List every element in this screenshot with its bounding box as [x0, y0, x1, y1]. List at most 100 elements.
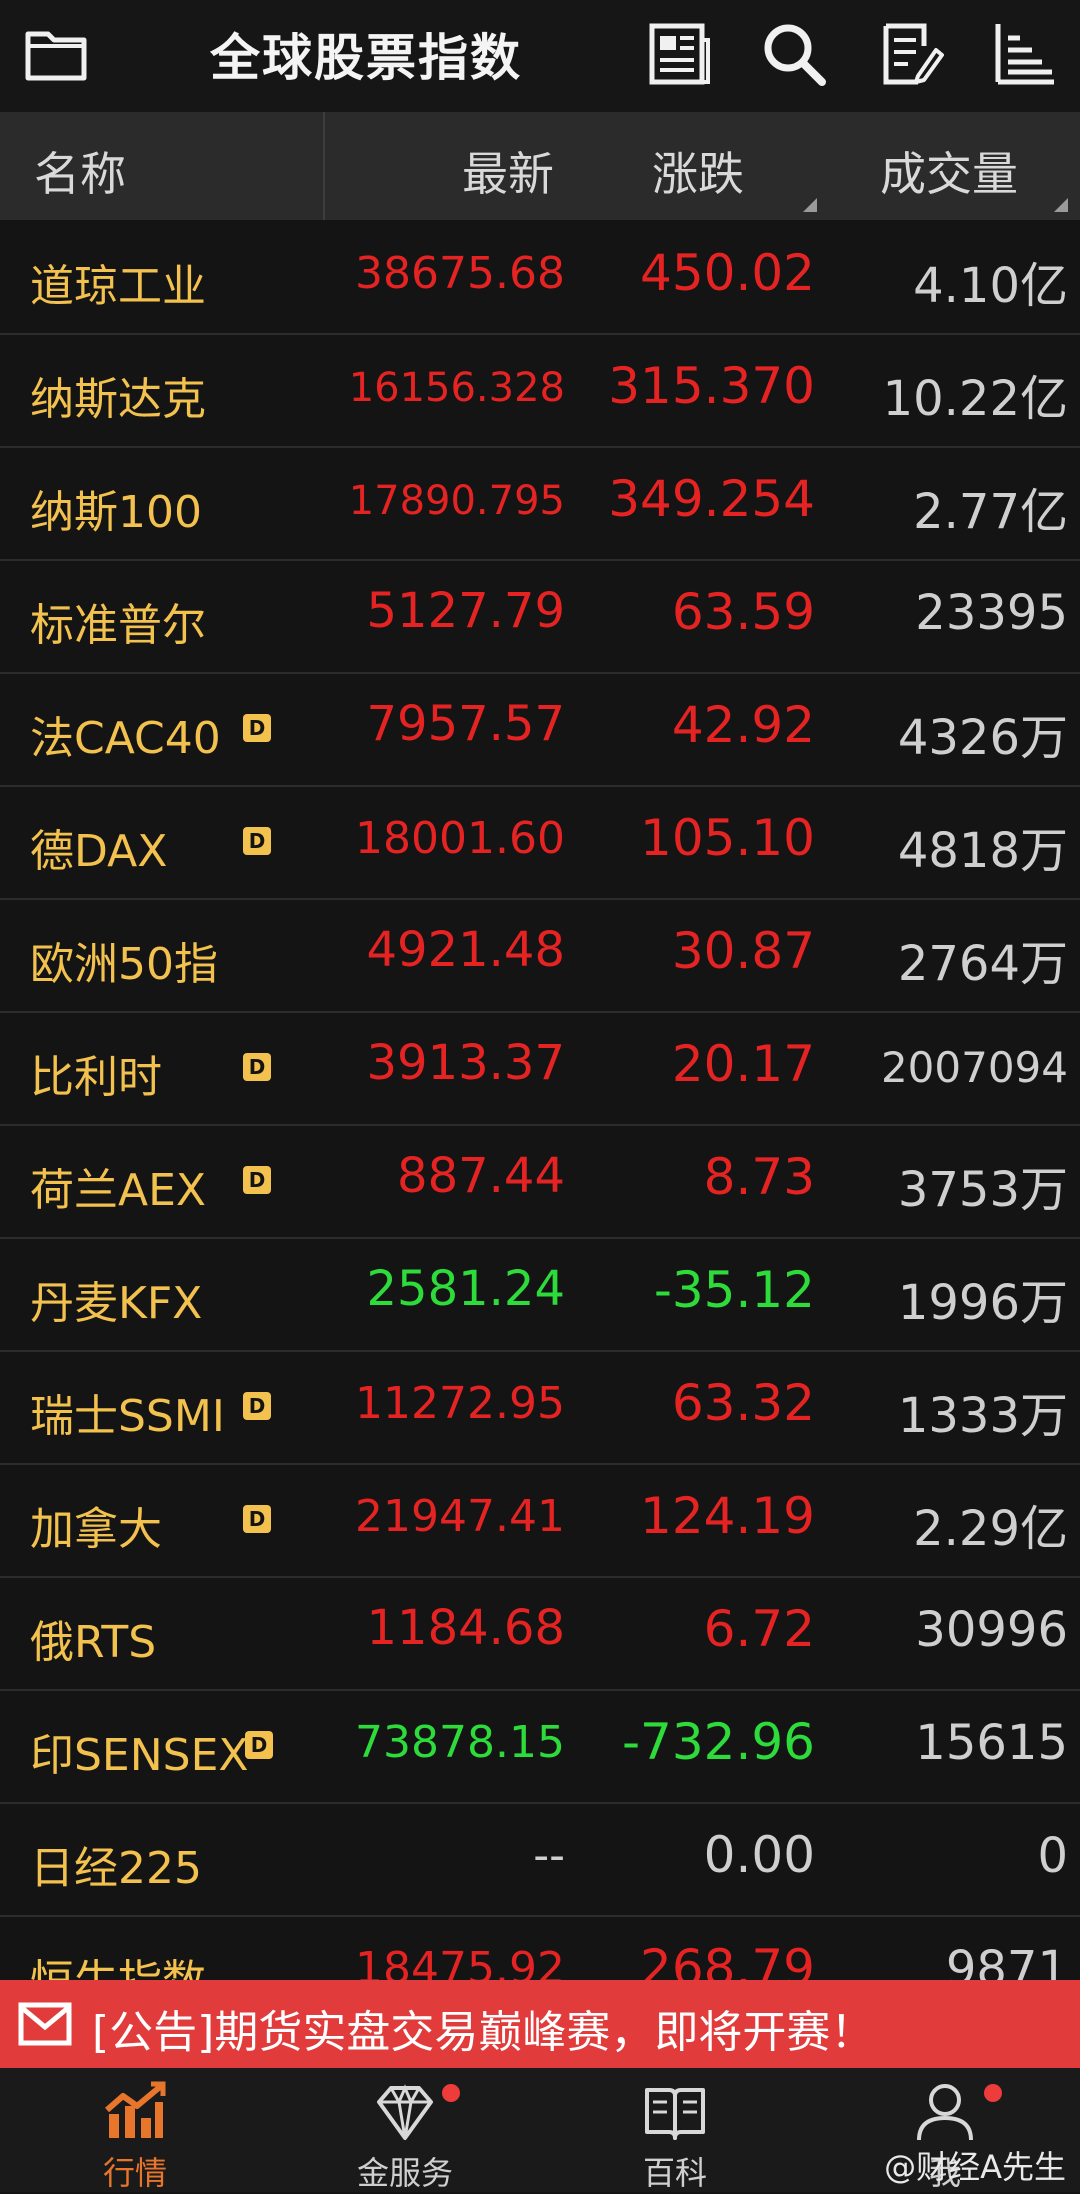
- volume: 2.77亿: [913, 484, 1068, 540]
- index-name: 日经225: [30, 1843, 202, 1894]
- index-name: 纳斯达克: [30, 374, 206, 425]
- d-badge: D: [243, 1392, 271, 1420]
- price-change: -732.96: [622, 1713, 815, 1771]
- table-row[interactable]: 纳斯100 17890.795 349.254 2.77亿: [0, 448, 1080, 561]
- volume: 3753万: [897, 1162, 1068, 1218]
- index-name: 丹麦KFX: [30, 1278, 203, 1329]
- watermark: @财经A先生: [884, 2148, 1066, 2186]
- index-name: 比利时: [30, 1052, 162, 1103]
- folder-icon[interactable]: [24, 24, 88, 84]
- price-change: 20.17: [671, 1035, 815, 1093]
- market-chart-icon: [105, 2081, 166, 2138]
- table-row[interactable]: 道琼工业 38675.68 450.02 4.10亿: [0, 222, 1080, 335]
- volume: 10.22亿: [882, 371, 1068, 427]
- volume: 2007094: [880, 1043, 1068, 1092]
- index-name: 法CAC40: [30, 713, 221, 764]
- table-row[interactable]: 标准普尔 5127.79 63.59 23395: [0, 561, 1080, 674]
- latest-price: 4921.48: [366, 922, 566, 978]
- sort-bars-icon[interactable]: [990, 20, 1058, 88]
- latest-price: 17890.795: [348, 478, 565, 524]
- latest-price: 18001.60: [355, 813, 565, 864]
- latest-price: 5127.79: [366, 583, 566, 639]
- price-change: -35.12: [653, 1261, 815, 1319]
- column-header: 名称 最新 涨跌 成交量: [0, 112, 1080, 220]
- latest-price: 16156.328: [348, 365, 565, 411]
- column-header-latest[interactable]: 最新: [462, 138, 554, 204]
- latest-price: 21947.41: [355, 1491, 565, 1542]
- d-badge: D: [243, 714, 271, 742]
- price-change: 124.19: [640, 1487, 815, 1545]
- tab-label: 百科: [642, 2154, 707, 2192]
- table-row[interactable]: 日经225 -- 0.00 0: [0, 1804, 1080, 1917]
- index-name: 加拿大: [30, 1504, 162, 1555]
- d-badge: D: [243, 1166, 271, 1194]
- volume: 4326万: [897, 710, 1068, 766]
- sort-triangle-icon: [803, 198, 817, 212]
- announcement-banner[interactable]: [公告]期货实盘交易巅峰赛，即将开赛！: [0, 1980, 1080, 2068]
- index-name: 欧洲50指: [30, 939, 218, 990]
- price-change: 450.02: [640, 244, 815, 302]
- latest-price: 73878.15: [355, 1717, 565, 1768]
- price-change: 63.32: [671, 1374, 815, 1432]
- index-name: 标准普尔: [30, 600, 206, 651]
- volume: 30996: [915, 1602, 1068, 1658]
- price-change: 30.87: [671, 922, 815, 980]
- volume: 1996万: [897, 1275, 1068, 1331]
- book-icon: [645, 2088, 705, 2140]
- latest-price: 887.44: [397, 1148, 565, 1204]
- tab-encyclopedia[interactable]: 百科: [540, 2068, 810, 2192]
- d-badge: D: [245, 1731, 273, 1759]
- index-name: 德DAX: [30, 826, 168, 877]
- d-badge: D: [243, 1505, 271, 1533]
- tab-label: 金服务: [356, 2154, 453, 2192]
- price-change: 63.59: [671, 583, 815, 641]
- header-divider: [323, 112, 325, 220]
- tab-gold-service[interactable]: 金服务: [270, 2068, 540, 2192]
- column-header-change[interactable]: 涨跌: [652, 138, 744, 204]
- volume: 23395: [915, 585, 1068, 641]
- table-row[interactable]: 欧洲50指 4921.48 30.87 2764万: [0, 900, 1080, 1013]
- latest-price: 2581.24: [366, 1261, 566, 1317]
- tab-label: 行情: [102, 2154, 167, 2192]
- table-row[interactable]: 荷兰AEX D 887.44 8.73 3753万: [0, 1126, 1080, 1239]
- table-row[interactable]: 法CAC40 D 7957.57 42.92 4326万: [0, 674, 1080, 787]
- latest-price: 38675.68: [355, 248, 565, 299]
- table-row[interactable]: 印SENSEX D 73878.15 -732.96 15615: [0, 1691, 1080, 1804]
- price-change: 0.00: [703, 1826, 815, 1884]
- user-icon: [917, 2084, 973, 2141]
- latest-price: 11272.95: [355, 1378, 565, 1429]
- volume: 2764万: [897, 936, 1068, 992]
- latest-price: 7957.57: [366, 696, 566, 752]
- table-row[interactable]: 俄RTS 1184.68 6.72 30996: [0, 1578, 1080, 1691]
- newspaper-icon[interactable]: [646, 20, 714, 88]
- edit-document-icon[interactable]: [878, 20, 946, 88]
- latest-price: 1184.68: [366, 1600, 566, 1656]
- price-change: 8.73: [703, 1148, 815, 1206]
- index-name: 道琼工业: [30, 261, 206, 312]
- table-row[interactable]: 纳斯达克 16156.328 315.370 10.22亿: [0, 335, 1080, 448]
- index-name: 纳斯100: [30, 487, 202, 538]
- top-bar: 全球股票指数: [0, 0, 1080, 112]
- volume: 4818万: [897, 823, 1068, 879]
- index-list: 道琼工业 38675.68 450.02 4.10亿 纳斯达克 16156.32…: [0, 222, 1080, 2030]
- table-row[interactable]: 丹麦KFX 2581.24 -35.12 1996万: [0, 1239, 1080, 1352]
- price-change: 349.254: [608, 470, 815, 528]
- table-row[interactable]: 加拿大 D 21947.41 124.19 2.29亿: [0, 1465, 1080, 1578]
- index-name: 瑞士SSMI: [30, 1391, 225, 1442]
- volume: 1333万: [897, 1388, 1068, 1444]
- price-change: 42.92: [671, 696, 815, 754]
- search-icon[interactable]: [760, 20, 828, 88]
- volume: 2.29亿: [913, 1501, 1068, 1557]
- column-header-volume[interactable]: 成交量: [880, 138, 1018, 204]
- diamond-icon: [377, 2084, 433, 2140]
- volume: 0: [1037, 1828, 1068, 1884]
- table-row[interactable]: 德DAX D 18001.60 105.10 4818万: [0, 787, 1080, 900]
- table-row[interactable]: 比利时 D 3913.37 20.17 2007094: [0, 1013, 1080, 1126]
- latest-price: --: [533, 1830, 565, 1881]
- price-change: 315.370: [608, 357, 815, 415]
- table-row[interactable]: 瑞士SSMI D 11272.95 63.32 1333万: [0, 1352, 1080, 1465]
- index-name: 俄RTS: [30, 1617, 157, 1668]
- latest-price: 3913.37: [366, 1035, 566, 1091]
- tab-market[interactable]: 行情: [0, 2068, 270, 2192]
- sort-triangle-icon: [1054, 198, 1068, 212]
